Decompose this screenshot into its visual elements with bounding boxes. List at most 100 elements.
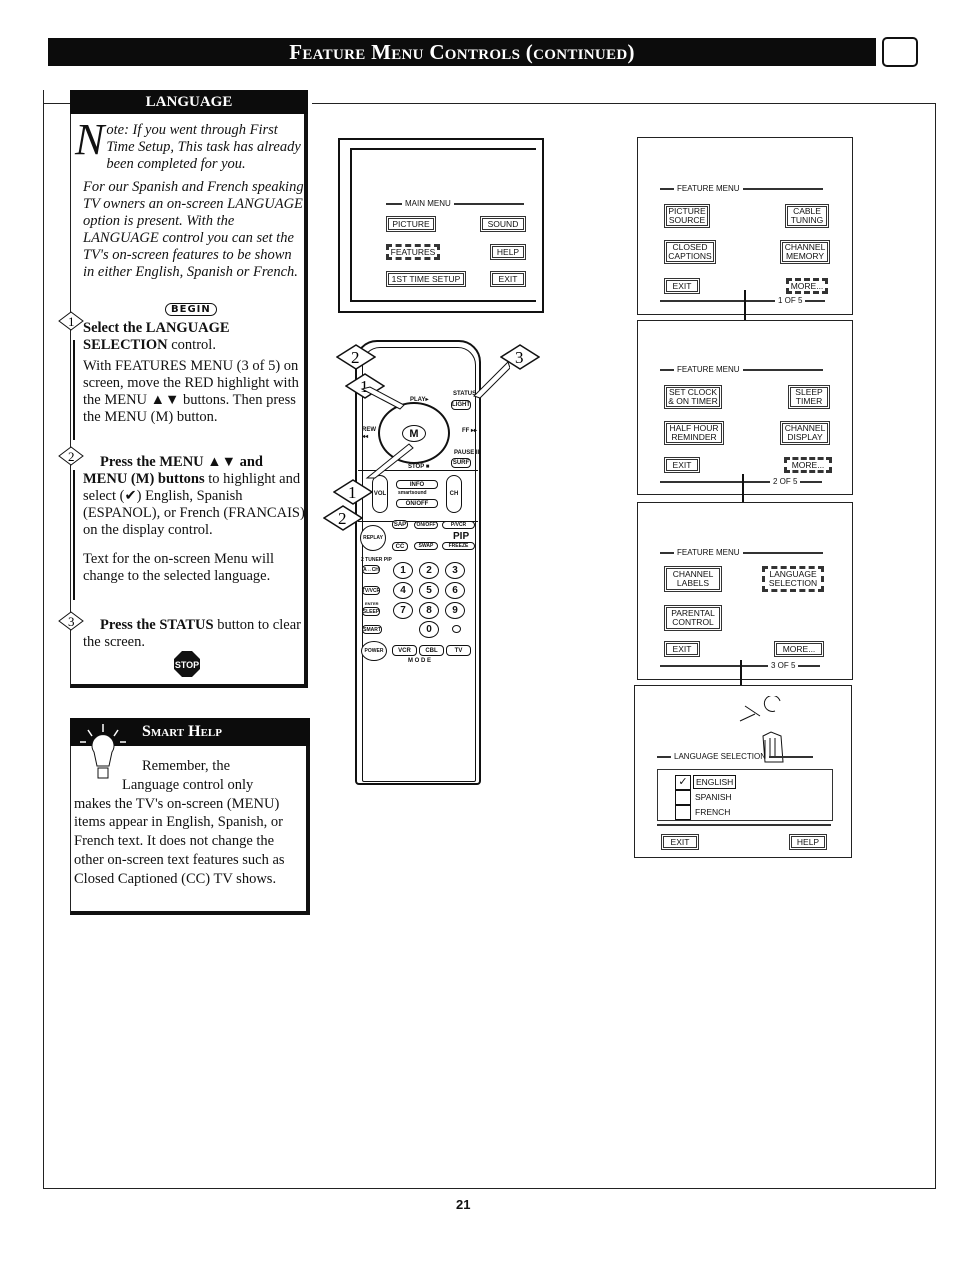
smart-help-body: makes the TV's on-screen (MENU) items ap…: [74, 795, 285, 887]
menu-item-picture-source[interactable]: PICTURE SOURCE: [664, 204, 710, 228]
exit-button[interactable]: EXIT: [661, 834, 699, 850]
menu-item-more[interactable]: MORE...: [786, 278, 828, 294]
spanish-checkbox[interactable]: [675, 790, 691, 805]
digit-4-button[interactable]: 4: [393, 582, 413, 599]
step-1-icon: 1: [58, 311, 84, 331]
step-1: Select the LANGUAGE SELECTION control. W…: [83, 320, 305, 426]
menu-item-features[interactable]: FEATURES: [386, 244, 440, 260]
svg-text:2: 2: [338, 509, 347, 528]
page-indicator: 1 OF 5: [660, 296, 826, 305]
menu-item-more[interactable]: MORE...: [784, 457, 832, 473]
step-3-heading: Press the STATUS: [100, 617, 214, 633]
mode-cbl-button[interactable]: CBL: [419, 645, 444, 656]
callout-2-icon: 2: [323, 505, 363, 531]
frame-line: [43, 90, 44, 1188]
sap-button[interactable]: SAP: [392, 520, 408, 529]
option-spanish[interactable]: SPANISH: [695, 792, 732, 802]
step-3-icon: 3: [58, 611, 84, 631]
menu-item-first-time-setup[interactable]: 1ST TIME SETUP: [386, 271, 466, 287]
a-ch-button[interactable]: A↔CH: [362, 565, 380, 574]
digit-5-button[interactable]: 5: [419, 582, 439, 599]
tv-vcr-button[interactable]: TV/VCR: [362, 586, 380, 595]
menu-item-language-selection[interactable]: LANGUAGE SELECTION: [762, 566, 824, 592]
menu-item-sound[interactable]: SOUND: [480, 216, 526, 232]
pointing-hand-icon: [360, 386, 405, 410]
menu-item-closed-captions[interactable]: CLOSED CAPTIONS: [664, 240, 716, 264]
vol-button[interactable]: VOL: [372, 475, 388, 513]
callout-1-icon: 1: [333, 479, 373, 505]
menu-item-half-hour-reminder[interactable]: HALF HOUR REMINDER: [664, 421, 724, 445]
small-round-button[interactable]: [452, 625, 461, 633]
smart-help-text: Remember, the Language control only make…: [74, 757, 306, 889]
menu-item-channel-memory[interactable]: CHANNEL MEMORY: [780, 240, 830, 264]
swap-button[interactable]: SWAP: [414, 542, 438, 550]
language-selection-screen: LANGUAGE SELECTION ✓ ENGLISH SPANISH FRE…: [634, 685, 852, 858]
menu-item-channel-display[interactable]: CHANNEL DISPLAY: [780, 421, 830, 445]
sleep-button[interactable]: SLEEP: [362, 607, 380, 616]
menu-item-cable-tuning[interactable]: CABLE TUNING: [785, 204, 829, 228]
manual-page: Feature Menu Controls (continued) LANGUA…: [0, 0, 954, 1261]
menu-item-exit[interactable]: EXIT: [490, 271, 526, 287]
help-button[interactable]: HELP: [789, 834, 827, 850]
step-1-rest: control.: [167, 337, 216, 353]
surf-button[interactable]: SURF: [451, 458, 471, 468]
step-bar: [73, 340, 75, 440]
menu-item-more[interactable]: MORE...: [774, 641, 824, 657]
digit-9-button[interactable]: 9: [445, 602, 465, 619]
cc-button[interactable]: CC: [392, 542, 408, 551]
option-french[interactable]: FRENCH: [695, 807, 730, 817]
step-1-body: With FEATURES MENU (3 of 5) on screen, m…: [83, 358, 299, 425]
step-2: Press the MENU ▲▼ and MENU (M) buttons t…: [83, 454, 305, 585]
power-button[interactable]: POWER: [361, 641, 387, 661]
digit-7-button[interactable]: 7: [393, 602, 413, 619]
smart-button[interactable]: SMART: [362, 625, 382, 634]
menu-item-exit[interactable]: EXIT: [664, 641, 700, 657]
divider: [657, 824, 831, 826]
digit-2-button[interactable]: 2: [419, 562, 439, 579]
french-checkbox[interactable]: [675, 805, 691, 820]
pvcr-button[interactable]: P/VCR: [442, 521, 475, 529]
menu-item-picture[interactable]: PICTURE: [386, 216, 436, 232]
frame-line: [935, 103, 936, 1189]
step-2-icon: 2: [58, 446, 84, 466]
smartsound-onoff-button[interactable]: ON/OFF: [396, 499, 438, 508]
digit-3-button[interactable]: 3: [445, 562, 465, 579]
freeze-button[interactable]: FREEZE: [442, 542, 475, 550]
digit-8-button[interactable]: 8: [419, 602, 439, 619]
digit-6-button[interactable]: 6: [445, 582, 465, 599]
ch-button[interactable]: CH: [446, 475, 462, 513]
mode-tv-button[interactable]: TV: [446, 645, 471, 656]
frame-line: [43, 103, 70, 104]
menu-item-parental-control[interactable]: PARENTAL CONTROL: [664, 605, 722, 631]
svg-text:1: 1: [348, 483, 357, 502]
callout-2-icon: 2: [336, 344, 376, 370]
menu-item-set-clock[interactable]: SET CLOCK & ON TIMER: [664, 385, 722, 409]
menu-item-exit[interactable]: EXIT: [664, 278, 700, 294]
info-button[interactable]: INFO: [396, 480, 438, 489]
feature-menu-screen-3: FEATURE MENU CHANNEL LABELS LANGUAGE SEL…: [637, 502, 853, 680]
main-menu-title: MAIN MENU: [386, 199, 524, 208]
feature-menu-screen-1: FEATURE MENU PICTURE SOURCE CABLE TUNING…: [637, 137, 853, 315]
menu-item-channel-labels[interactable]: CHANNEL LABELS: [664, 566, 722, 592]
replay-button[interactable]: REPLAY: [360, 525, 386, 551]
smart-help-title-text: Smart Help: [142, 723, 222, 740]
tv-icon: [882, 37, 918, 67]
frame-line: [312, 103, 936, 104]
mode-vcr-button[interactable]: VCR: [392, 645, 417, 656]
step-3: Press the STATUS button to clear the scr…: [83, 617, 305, 651]
english-checkbox[interactable]: ✓: [675, 775, 691, 790]
menu-item-sleep-timer[interactable]: SLEEP TIMER: [788, 385, 830, 409]
intro-text: For our Spanish and French speaking TV o…: [83, 179, 304, 280]
digit-1-button[interactable]: 1: [393, 562, 413, 579]
feature-menu-title: FEATURE MENU: [660, 365, 823, 374]
menu-item-help[interactable]: HELP: [490, 244, 526, 260]
status-button[interactable]: LIGHT: [451, 400, 471, 410]
step-2-body: Text for the on-screen Menu will change …: [83, 551, 275, 584]
pip-onoff-button[interactable]: ON/OFF: [414, 521, 438, 529]
feature-menu-title: FEATURE MENU: [660, 548, 823, 557]
option-english[interactable]: ENGLISH: [693, 775, 737, 789]
digit-0-button[interactable]: 0: [419, 621, 439, 638]
menu-item-exit[interactable]: EXIT: [664, 457, 700, 473]
smart-help-line: Remember, the: [142, 758, 230, 774]
stop-sign-icon: STOP: [174, 651, 200, 677]
